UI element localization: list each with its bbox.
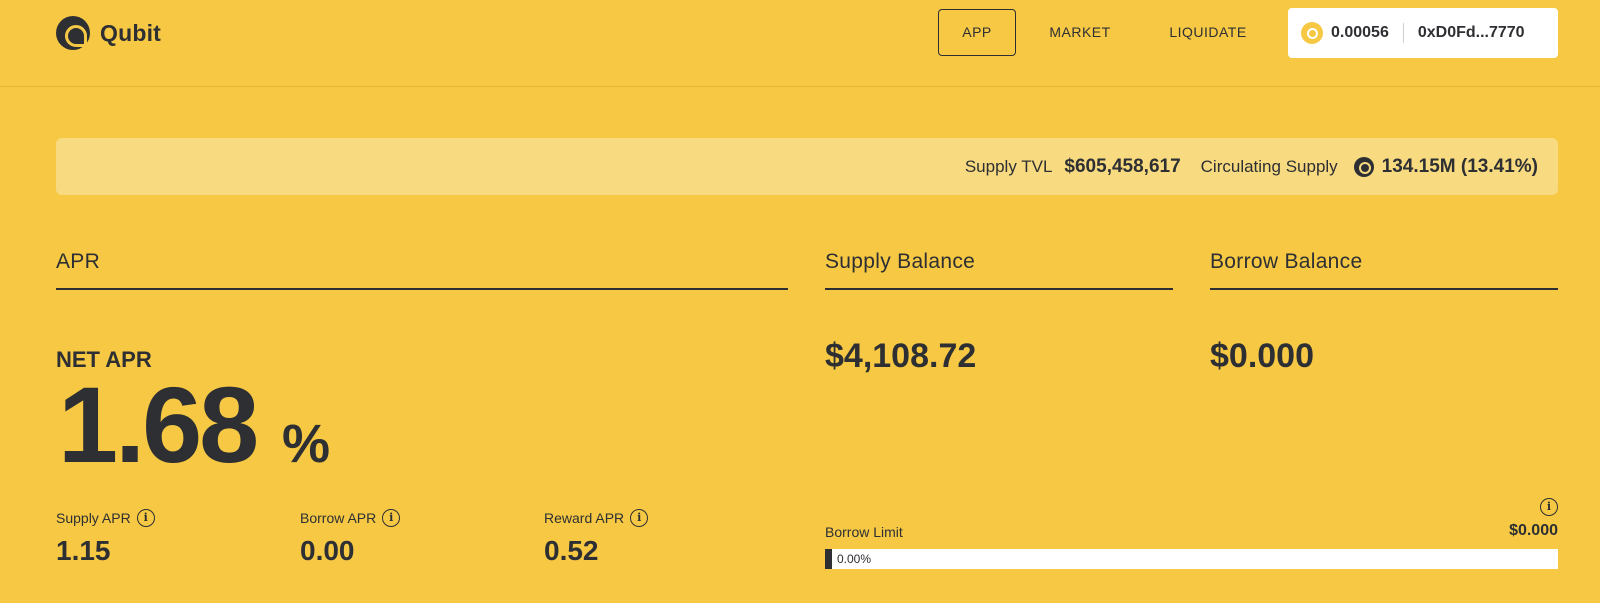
supply-tvl-value: $605,458,617 (1064, 155, 1181, 177)
info-icon[interactable]: i (630, 509, 649, 527)
protocol-stats-bar: Supply TVL $605,458,617 Circulating Supp… (56, 138, 1558, 195)
brand-name: Qubit (100, 19, 162, 46)
supply-tvl-label: Supply TVL (964, 156, 1053, 176)
borrow-limit-progress-fill (825, 549, 832, 569)
borrow-apr: Borrow APR i 0.00 (300, 509, 401, 567)
nav-app-button[interactable]: APP (938, 9, 1016, 56)
borrow-balance-title: Borrow Balance (1210, 250, 1558, 290)
borrow-limit-amount: $0.000 (1509, 522, 1558, 539)
reward-apr-value: 0.52 (544, 535, 599, 566)
supply-apr: Supply APR i 1.15 (56, 509, 155, 567)
supply-balance-value: $4,108.72 (825, 337, 977, 375)
supply-apr-label: Supply APR (56, 510, 131, 526)
circulating-supply-label: Circulating Supply (1200, 156, 1338, 176)
borrow-limit-info-icon[interactable]: i (1540, 498, 1558, 516)
info-icon[interactable]: i (136, 509, 155, 527)
reward-apr-label: Reward APR (544, 510, 625, 526)
borrow-balance-value: $0.000 (1210, 337, 1314, 375)
borrow-apr-label: Borrow APR (300, 510, 377, 526)
borrow-apr-value: 0.00 (300, 535, 355, 566)
brand-logo[interactable]: Qubit (56, 16, 161, 50)
supply-apr-value: 1.15 (56, 535, 111, 566)
apr-section-title: APR (56, 250, 788, 290)
net-apr-value: 1.68 (58, 364, 259, 485)
nav-liquidate-button[interactable]: LIQUIDATE (1158, 9, 1258, 56)
top-header: Qubit APP MARKET LIQUIDATE 0.00056 0xD0F… (0, 0, 1600, 87)
info-icon[interactable]: i (382, 509, 401, 527)
qbt-token-icon (1353, 156, 1374, 177)
supply-balance-title: Supply Balance (825, 250, 1173, 290)
net-apr-unit: % (282, 414, 331, 474)
wallet-divider (1402, 23, 1404, 43)
wallet-balance: 0.00056 (1331, 24, 1389, 41)
reward-apr: Reward APR i 0.52 (544, 509, 649, 567)
circulating-supply-value: 134.15M (13.41%) (1381, 155, 1538, 177)
wallet-address: 0xD0Fd...7770 (1417, 24, 1525, 41)
qubit-logo-icon (56, 16, 90, 50)
qbt-token-icon (1301, 22, 1323, 44)
borrow-limit-label: Borrow Limit (825, 524, 903, 540)
nav-market-button[interactable]: MARKET (1040, 9, 1120, 56)
borrow-limit-progress-bar: 0.00% (825, 549, 1558, 569)
borrow-limit-percent: 0.00% (837, 552, 872, 566)
wallet-button[interactable]: 0.00056 0xD0Fd...7770 (1288, 8, 1558, 58)
